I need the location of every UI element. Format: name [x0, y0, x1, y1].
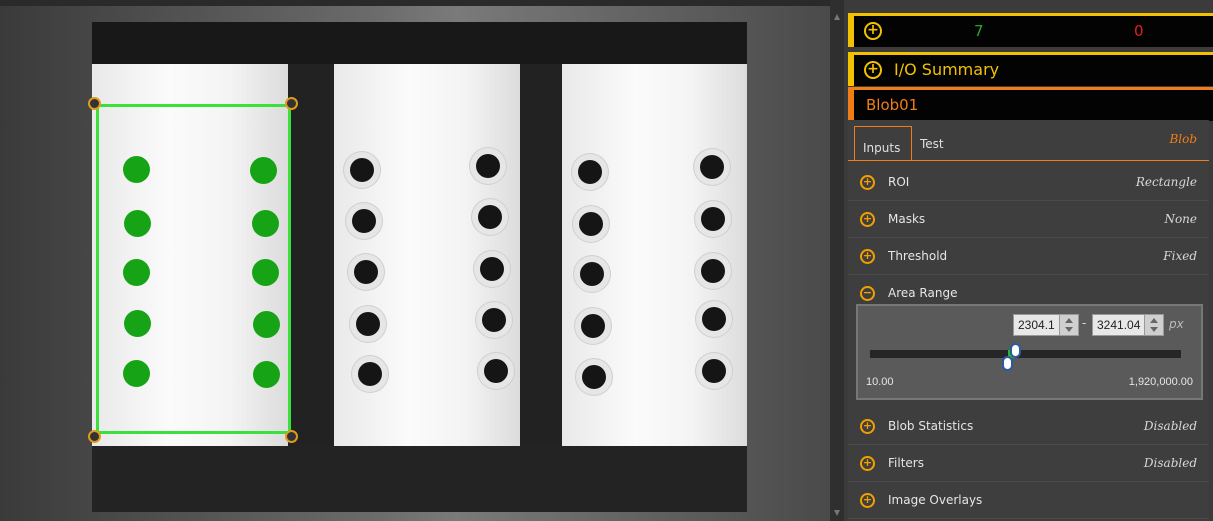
range-min-label: 10.00: [866, 376, 894, 388]
spinner-arrows-icon[interactable]: [1144, 315, 1163, 335]
tool-header-bar[interactable]: Blob01: [848, 87, 1213, 121]
setting-roi[interactable]: + ROI Rectangle: [848, 164, 1209, 201]
setting-label: Filters: [888, 456, 924, 470]
roi-handle-top-left[interactable]: [88, 97, 101, 110]
setting-value: Disabled: [1143, 456, 1197, 470]
tab-inputs[interactable]: Inputs: [854, 126, 912, 161]
area-max-value: 3241.04: [1097, 318, 1141, 332]
expand-plus-icon[interactable]: +: [864, 22, 882, 40]
setting-label: ROI: [888, 175, 910, 189]
hole: [352, 209, 376, 233]
roi-handle-bottom-right[interactable]: [285, 430, 298, 443]
expand-plus-icon[interactable]: +: [860, 249, 875, 264]
range-separator: -: [1082, 316, 1087, 330]
hole: [701, 207, 725, 231]
results-bar[interactable]: + 7 0: [848, 13, 1213, 47]
tab-inputs-label: Inputs: [863, 141, 901, 155]
area-range-editor: 2304.1 - 3241.04 px 10.00 1,920,000.00: [856, 304, 1203, 400]
hole: [350, 158, 374, 182]
panel-scrollbar[interactable]: [830, 0, 844, 521]
setting-threshold[interactable]: + Threshold Fixed: [848, 238, 1209, 275]
image-background-bottom: [92, 446, 747, 512]
area-min-value: 2304.1: [1018, 318, 1055, 332]
setting-value: Fixed: [1163, 249, 1197, 263]
setting-blob-statistics[interactable]: + Blob Statistics Disabled: [848, 408, 1209, 445]
tool-type-label: Blob: [1169, 132, 1197, 146]
setting-image-overlays[interactable]: + Image Overlays: [848, 482, 1209, 519]
image-viewer[interactable]: [0, 0, 830, 521]
hole: [702, 359, 726, 383]
area-min-input[interactable]: 2304.1: [1013, 314, 1079, 336]
image-background-top: [92, 22, 747, 64]
slider-min-handle[interactable]: [1002, 356, 1013, 371]
hole: [476, 154, 500, 178]
tool-name: Blob01: [866, 96, 919, 114]
pass-count: 7: [974, 22, 984, 40]
plate-2: [334, 64, 520, 446]
roi-handle-bottom-left[interactable]: [88, 430, 101, 443]
setting-masks[interactable]: + Masks None: [848, 201, 1209, 238]
io-summary-label: I/O Summary: [894, 60, 1000, 79]
spinner-arrows-icon[interactable]: [1059, 315, 1078, 335]
collapse-minus-icon[interactable]: −: [860, 286, 875, 301]
slider-max-handle[interactable]: [1010, 343, 1021, 358]
setting-value: Disabled: [1143, 419, 1197, 433]
tab-test[interactable]: Test: [914, 126, 954, 160]
hole: [701, 259, 725, 283]
setting-label: Blob Statistics: [888, 419, 974, 433]
hole: [478, 205, 502, 229]
tab-test-label: Test: [920, 137, 944, 151]
tool-panel: + 7 0 + I/O Summary Blob01 Inputs Test B…: [844, 0, 1213, 521]
hole: [702, 307, 726, 331]
hole: [582, 365, 606, 389]
scroll-up-arrow-icon[interactable]: [834, 14, 840, 20]
expand-plus-icon[interactable]: +: [864, 61, 882, 79]
area-max-input[interactable]: 3241.04: [1092, 314, 1164, 336]
hole: [581, 314, 605, 338]
hole: [480, 257, 504, 281]
expand-plus-icon[interactable]: +: [860, 419, 875, 434]
expand-plus-icon[interactable]: +: [860, 493, 875, 508]
hole: [484, 359, 508, 383]
hole: [700, 155, 724, 179]
roi-handle-top-right[interactable]: [285, 97, 298, 110]
setting-label: Masks: [888, 212, 926, 226]
range-max-label: 1,920,000.00: [1128, 376, 1193, 388]
hole: [482, 308, 506, 332]
hole: [356, 312, 380, 336]
hole: [354, 260, 378, 284]
hole: [579, 212, 603, 236]
roi-rectangle[interactable]: [96, 104, 291, 434]
hole: [358, 362, 382, 386]
tab-underline: [848, 160, 1209, 161]
hole: [578, 160, 602, 184]
expand-plus-icon[interactable]: +: [860, 175, 875, 190]
setting-label: Area Range: [888, 286, 958, 300]
setting-label: Image Overlays: [888, 493, 983, 507]
area-range-slider-track[interactable]: [870, 350, 1181, 358]
unit-label: px: [1169, 317, 1184, 331]
setting-filters[interactable]: + Filters Disabled: [848, 445, 1209, 482]
plate-3: [562, 64, 747, 446]
io-summary-bar[interactable]: + I/O Summary: [848, 52, 1213, 86]
hole: [580, 262, 604, 286]
scroll-down-arrow-icon[interactable]: [834, 510, 840, 516]
setting-label: Threshold: [888, 249, 948, 263]
setting-value: None: [1164, 212, 1197, 226]
fail-count: 0: [1134, 22, 1144, 40]
expand-plus-icon[interactable]: +: [860, 456, 875, 471]
expand-plus-icon[interactable]: +: [860, 212, 875, 227]
viewer-top-edge: [0, 0, 830, 6]
tool-settings: Inputs Test Blob + ROI Rectangle + Masks…: [848, 120, 1209, 521]
setting-value: Rectangle: [1135, 175, 1197, 189]
